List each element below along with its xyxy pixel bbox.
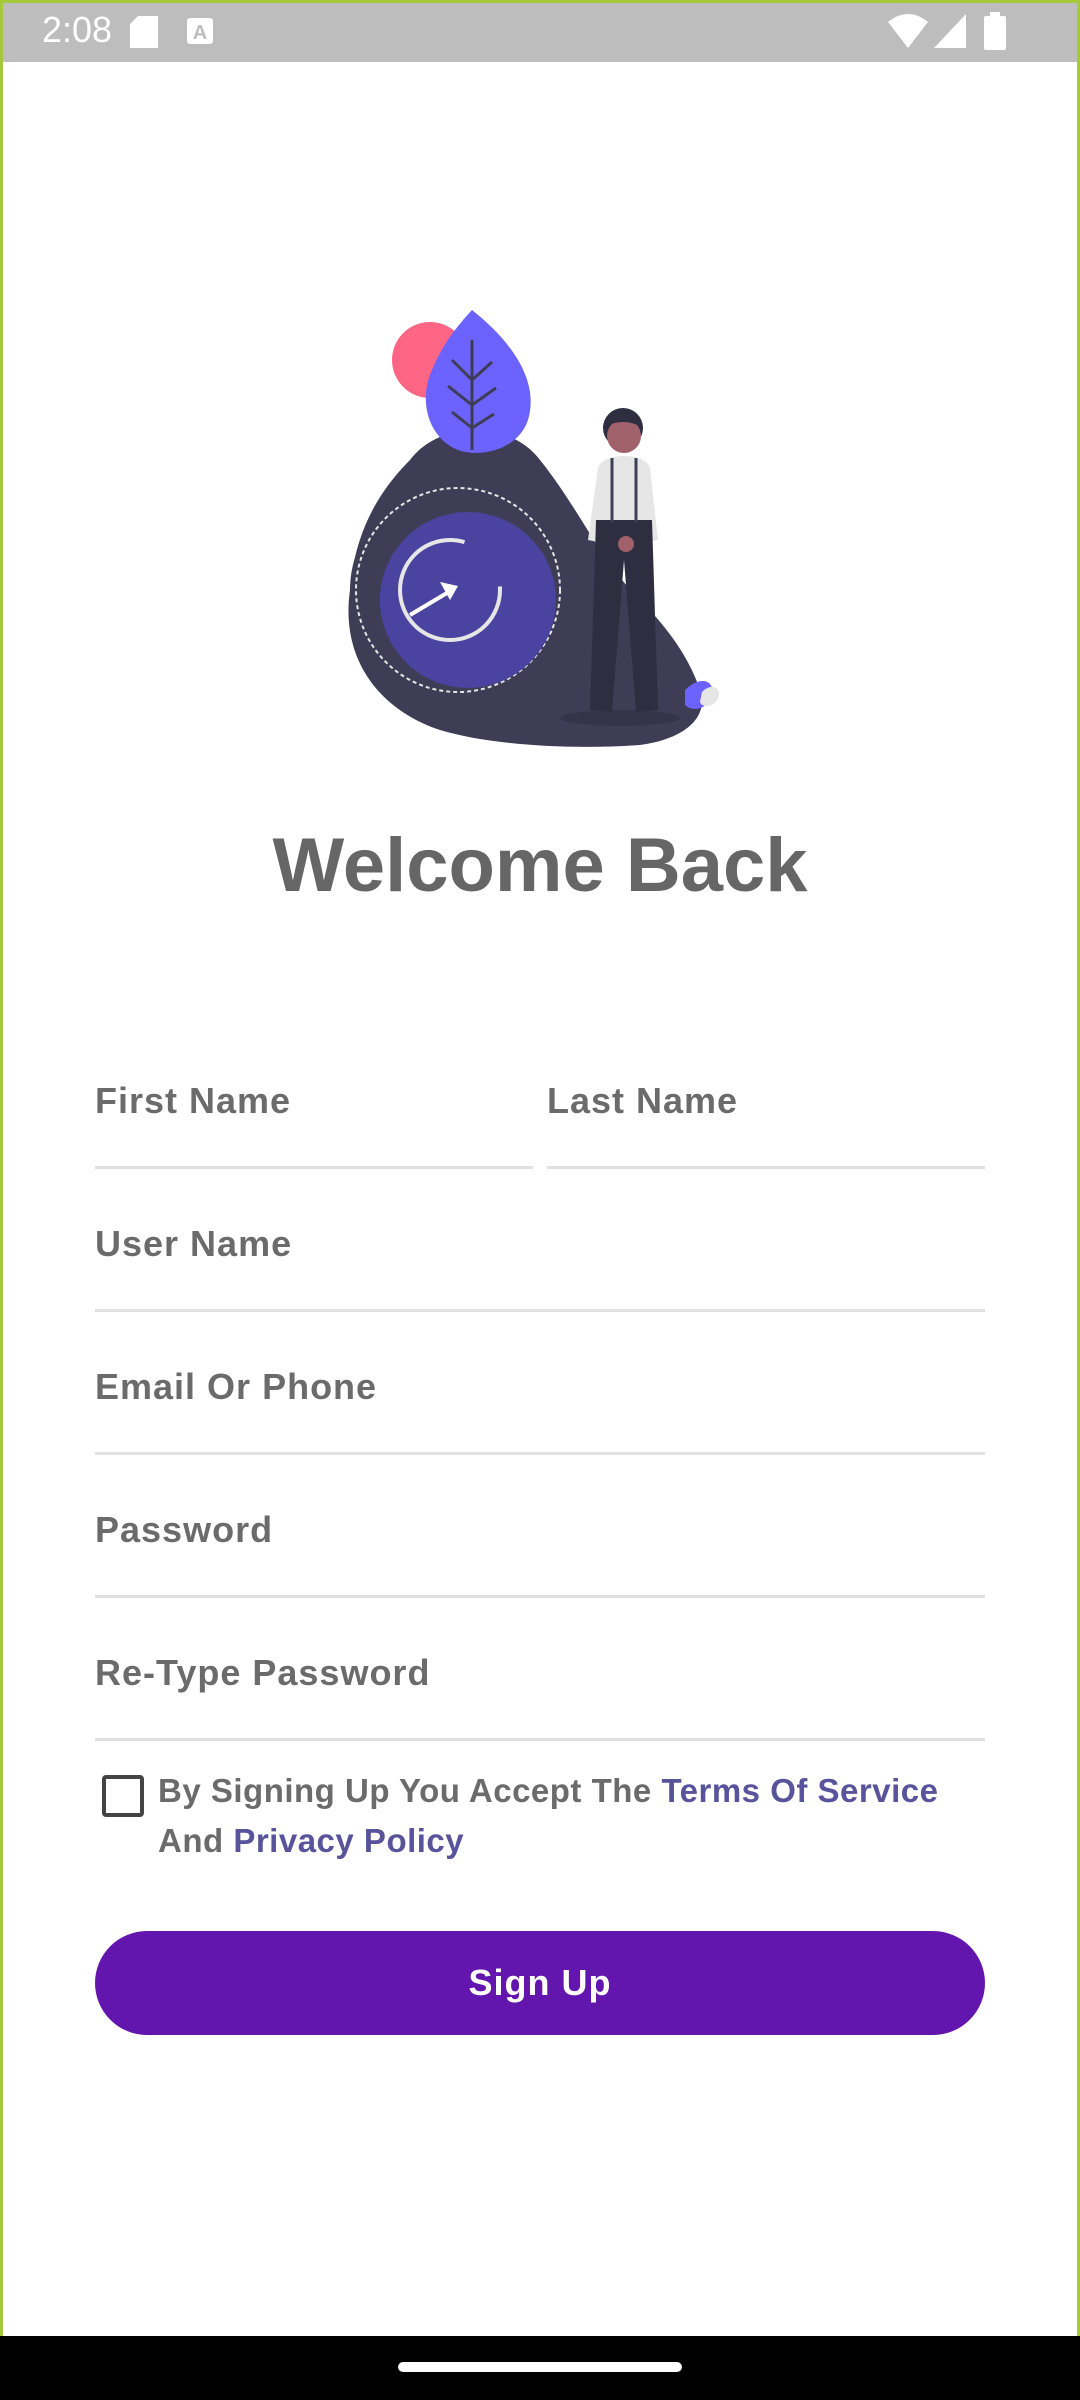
email-phone-placeholder: Email Or Phone: [95, 1366, 378, 1407]
user-name-placeholder: User Name: [95, 1223, 293, 1264]
status-bar: 2:08 A: [0, 0, 1080, 62]
privacy-policy-link[interactable]: Privacy Policy: [233, 1822, 464, 1859]
sign-up-button[interactable]: Sign Up: [95, 1931, 985, 2035]
signal-icon: [934, 14, 966, 48]
wifi-icon: [888, 14, 928, 48]
terms-text: By Signing Up You Accept The Terms Of Se…: [158, 1766, 958, 1866]
user-name-field[interactable]: User Name: [95, 1203, 985, 1312]
terms-checkbox[interactable]: [102, 1775, 144, 1817]
hero-illustration: [348, 310, 719, 747]
retype-password-placeholder: Re-Type Password: [95, 1652, 431, 1693]
status-time: 2:08: [42, 9, 113, 50]
terms-of-service-link[interactable]: Terms Of Service: [661, 1772, 938, 1809]
sd-card-icon: [130, 16, 158, 48]
terms-prefix: By Signing Up You Accept The: [158, 1772, 662, 1809]
email-phone-field[interactable]: Email Or Phone: [95, 1346, 985, 1455]
first-name-placeholder: First Name: [95, 1080, 292, 1121]
password-placeholder: Password: [95, 1509, 274, 1550]
page-title: Welcome Back: [272, 823, 808, 908]
first-name-field[interactable]: First Name: [95, 1060, 533, 1169]
retype-password-field[interactable]: Re-Type Password: [95, 1632, 985, 1741]
svg-text:A: A: [193, 22, 207, 44]
home-gesture-handle[interactable]: [398, 2362, 682, 2372]
last-name-placeholder: Last Name: [547, 1080, 739, 1121]
battery-icon: [984, 12, 1006, 50]
terms-middle: And: [158, 1822, 234, 1859]
a-notification-icon: A: [187, 18, 213, 44]
password-field[interactable]: Password: [95, 1489, 985, 1598]
last-name-field[interactable]: Last Name: [547, 1060, 985, 1169]
